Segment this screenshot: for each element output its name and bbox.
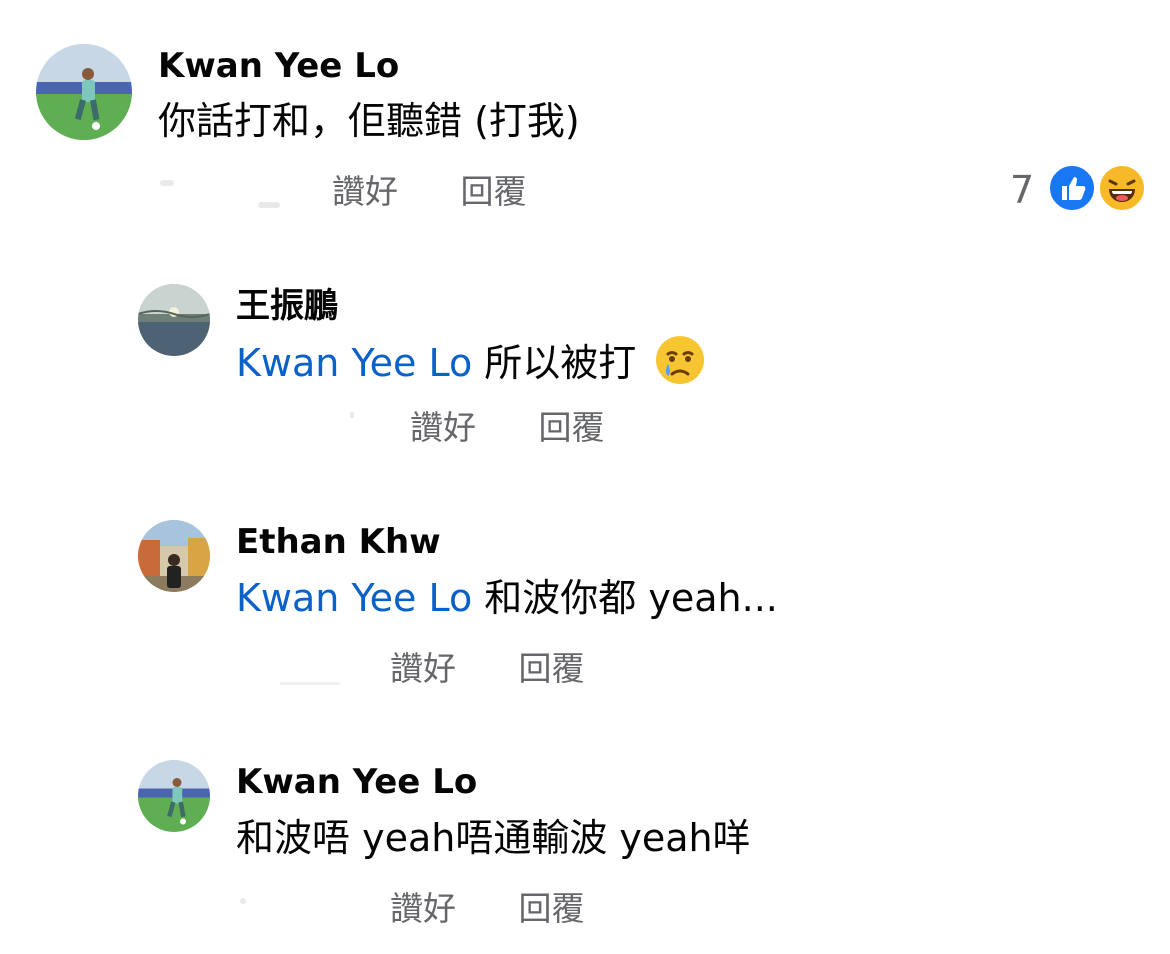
comment-author[interactable]: Kwan Yee Lo <box>236 762 477 802</box>
timestamp-blurred <box>280 682 340 685</box>
mention-link[interactable]: Kwan Yee Lo <box>236 576 472 620</box>
like-icon <box>1048 164 1096 212</box>
comment-actions: 讚好 回覆 <box>390 889 585 929</box>
timestamp-blurred <box>258 202 280 208</box>
comment-text-line: Kwan Yee Lo 和波你都 yeah... <box>236 575 778 621</box>
reply-button[interactable]: 回覆 <box>539 408 605 448</box>
like-button[interactable]: 讚好 <box>332 172 398 212</box>
comment-actions: 讚好 回覆 <box>332 172 527 212</box>
reply-button[interactable]: 回覆 <box>519 889 585 929</box>
timestamp-blurred <box>240 898 246 904</box>
like-button[interactable]: 讚好 <box>390 889 456 929</box>
comment-text: 你話打和，佢聽錯 (打我) <box>158 99 580 143</box>
avatar-kwan-yee-lo[interactable] <box>36 44 132 140</box>
avatar-ethan-khw[interactable] <box>138 520 210 592</box>
comment-author[interactable]: Ethan Khw <box>236 522 441 562</box>
avatar-wang-zhenpeng[interactable] <box>138 284 210 356</box>
comment-actions: 讚好 回覆 <box>410 408 605 448</box>
avatar-kwan-yee-lo[interactable] <box>138 760 210 832</box>
reply-button[interactable]: 回覆 <box>461 172 527 212</box>
like-button[interactable]: 讚好 <box>390 649 456 689</box>
timestamp-blurred <box>160 180 174 186</box>
timestamp-blurred <box>350 412 354 418</box>
reply-button[interactable]: 回覆 <box>519 649 585 689</box>
reaction-summary[interactable]: 7 <box>1010 164 1160 216</box>
reaction-count: 7 <box>1010 168 1035 212</box>
comment-text: 和波你都 yeah... <box>484 576 778 620</box>
mention-link[interactable]: Kwan Yee Lo <box>236 341 472 385</box>
comment-author[interactable]: Kwan Yee Lo <box>158 46 399 86</box>
comment-text: 所以被打 <box>484 341 637 385</box>
crying-face-icon <box>656 336 705 384</box>
laugh-icon <box>1098 164 1146 212</box>
comment-text: 和波唔 yeah唔通輸波 yeah咩 <box>236 816 751 860</box>
comment-actions: 讚好 回覆 <box>390 649 585 689</box>
like-button[interactable]: 讚好 <box>410 408 476 448</box>
comment-text-line: Kwan Yee Lo 所以被打 <box>236 334 706 386</box>
comment-author[interactable]: 王振鵬 <box>236 286 338 326</box>
